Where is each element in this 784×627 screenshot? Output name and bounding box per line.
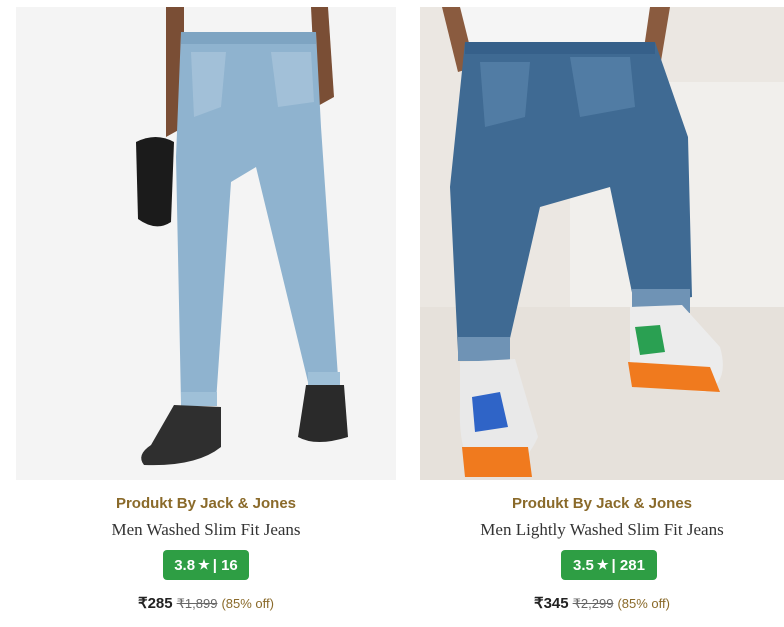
- selling-price: ₹345: [534, 595, 569, 612]
- star-icon: ★: [198, 557, 210, 572]
- original-price: ₹2,299: [572, 596, 614, 611]
- rating-badge: 3.5 ★ | 281: [561, 550, 657, 580]
- product-title[interactable]: Men Washed Slim Fit Jeans: [16, 520, 396, 540]
- original-price: ₹1,899: [176, 596, 218, 611]
- product-brand[interactable]: Produkt By Jack & Jones: [412, 495, 784, 512]
- review-count: | 281: [611, 556, 645, 574]
- product-card[interactable]: Produkt By Jack & Jones Men Lightly Wash…: [420, 0, 784, 627]
- rating-value: 3.5: [573, 556, 594, 574]
- product-image[interactable]: [16, 7, 396, 480]
- selling-price: ₹285: [138, 595, 173, 612]
- rating-value: 3.8: [174, 556, 196, 574]
- rating-badge: 3.8 ★ | 16: [163, 550, 249, 580]
- product-card[interactable]: Produkt By Jack & Jones Men Washed Slim …: [16, 0, 396, 627]
- price-row: ₹345 ₹2,299 (85% off): [412, 594, 784, 612]
- price-row: ₹285 ₹1,899 (85% off): [16, 594, 396, 612]
- review-count: | 16: [212, 556, 238, 574]
- product-title[interactable]: Men Lightly Washed Slim Fit Jeans: [412, 520, 784, 540]
- product-image[interactable]: [420, 7, 784, 480]
- product-brand[interactable]: Produkt By Jack & Jones: [16, 495, 396, 512]
- discount-label: (85% off): [221, 596, 274, 611]
- star-icon: ★: [596, 557, 609, 572]
- discount-label: (85% off): [617, 596, 670, 611]
